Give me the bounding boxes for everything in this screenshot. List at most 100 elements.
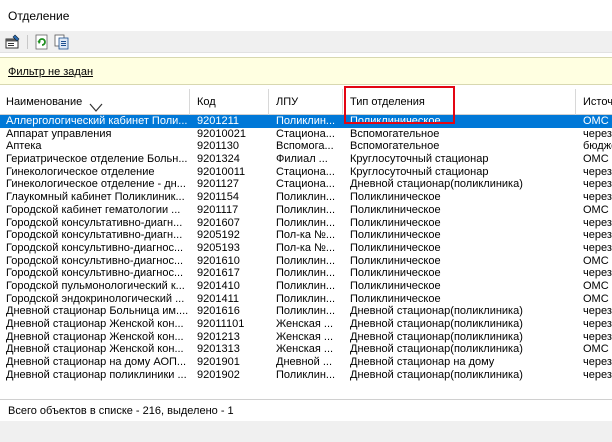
table-row[interactable]: Гинекологическое отделение - дн... 92011…	[0, 178, 612, 191]
cell-code: 9205193	[197, 241, 240, 254]
table-row[interactable]: Дневной стационар Женской кон... 9201213…	[0, 331, 612, 344]
cell-code: 9201313	[197, 343, 240, 356]
cell-code: 92010011	[197, 165, 246, 178]
table-row[interactable]: Городской пульмонологический к... 920141…	[0, 280, 612, 293]
cell-code: 9201213	[197, 330, 240, 343]
table-row[interactable]: Аппарат управления 92010021 Стациона... …	[0, 128, 612, 141]
cell-code: 9201324	[197, 153, 240, 166]
column-header-department-type[interactable]: Тип отделения	[344, 89, 576, 115]
cell-lpu: Поликлин...	[276, 279, 336, 292]
cell-source: через	[583, 229, 612, 242]
cell-name: Гериатрическое отделение Больн...	[6, 153, 188, 166]
cell-lpu: Женская ...	[276, 330, 334, 343]
cell-lpu: Женская ...	[276, 343, 334, 356]
filter-link[interactable]: Фильтр не задан	[8, 66, 93, 78]
column-header-label: Наименование	[6, 96, 83, 108]
table-row[interactable]: Городской эндокринологический ... 920141…	[0, 293, 612, 306]
cell-name: Дневной стационар поликлиники ...	[6, 368, 187, 381]
cell-source: ОМС	[583, 203, 609, 216]
table-row[interactable]: Аптека 9201130 Вспомога... Вспомогательн…	[0, 140, 612, 153]
cell-code: 9201616	[197, 305, 240, 318]
toolbar	[0, 31, 612, 53]
export-icon[interactable]	[53, 33, 71, 51]
table-row[interactable]: Городской консультативно-диагн... 920160…	[0, 217, 612, 230]
cell-name: Дневной стационар Женской кон...	[6, 330, 184, 343]
cell-type: Дневной стационар(поликлиника)	[350, 318, 523, 330]
cell-type: Поликлиническое	[350, 229, 441, 242]
cell-lpu: Поликлин...	[276, 305, 336, 318]
cell-code: 9201127	[197, 178, 240, 191]
cell-code: 9201410	[197, 279, 240, 292]
toolbar-separator	[27, 35, 28, 49]
cell-lpu: Поликлин...	[276, 216, 336, 229]
cell-lpu: Поликлин...	[276, 115, 336, 127]
table-row[interactable]: Глаукомный кабинет Поликлиник... 9201154…	[0, 191, 612, 204]
cell-lpu: Женская ...	[276, 318, 334, 330]
cell-type: Поликлиническое	[350, 115, 441, 127]
cell-type: Круглосуточный стационар	[350, 153, 489, 166]
table-row[interactable]: Гериатрическое отделение Больн... 920132…	[0, 153, 612, 166]
column-header-name[interactable]: Наименование	[0, 89, 190, 115]
cell-source: через	[583, 191, 612, 204]
cell-type: Вспомогательное	[350, 127, 440, 140]
cell-type: Вспомогательное	[350, 140, 440, 153]
properties-icon[interactable]	[4, 33, 22, 51]
cell-type: Дневной стационар(поликлиника)	[350, 343, 523, 356]
cell-lpu: Поликлин...	[276, 267, 336, 280]
cell-source: через	[583, 305, 612, 318]
cell-name: Городской консультивно-диагнос...	[6, 267, 184, 280]
table-row[interactable]: Дневной стационар Женской кон... 9201110…	[0, 318, 612, 331]
cell-name: Гинекологическое отделение - дн...	[6, 178, 186, 191]
grid-rows: Аллергологический кабинет Поли... 920121…	[0, 115, 612, 381]
cell-source: ОМС	[583, 343, 609, 356]
cell-code: 9201117	[197, 203, 239, 216]
refresh-icon[interactable]	[33, 33, 51, 51]
column-header-source[interactable]: Источ	[577, 89, 612, 115]
table-row[interactable]: Городской консультивно-диагнос... 920161…	[0, 255, 612, 268]
cell-lpu: Поликлин...	[276, 203, 336, 216]
cell-type: Поликлиническое	[350, 254, 441, 267]
cell-code: 92010021	[197, 127, 246, 140]
grid-header: Наименование Код ЛПУ Тип отделения Источ	[0, 89, 612, 115]
cell-lpu: Стациона...	[276, 127, 335, 140]
filter-bar: Фильтр не задан	[0, 57, 612, 85]
cell-code: 9205192	[197, 229, 240, 242]
column-header-lpu[interactable]: ЛПУ	[270, 89, 343, 115]
cell-source: через	[583, 318, 612, 330]
column-header-code[interactable]: Код	[191, 89, 269, 115]
table-row[interactable]: Аллергологический кабинет Поли... 920121…	[0, 115, 612, 128]
table-row[interactable]: Дневной стационар Женской кон... 9201313…	[0, 343, 612, 356]
cell-name: Городской консультативно-диагн...	[6, 229, 183, 242]
table-row[interactable]: Городской кабинет гематологии ... 920111…	[0, 204, 612, 217]
cell-type: Поликлиническое	[350, 191, 441, 204]
column-header-label: ЛПУ	[276, 96, 299, 108]
cell-lpu: Поликлин...	[276, 368, 336, 381]
cell-source: ОМС	[583, 254, 609, 267]
cell-code: 92011101	[197, 318, 245, 330]
table-row[interactable]: Гинекологическое отделение 92010011 Стац…	[0, 166, 612, 179]
cell-lpu: Поликлин...	[276, 191, 336, 204]
cell-source: через	[583, 368, 612, 381]
window-titlebar: Отделение	[0, 0, 612, 31]
table-row[interactable]: Городской консультативно-диагн... 920519…	[0, 229, 612, 242]
table-row[interactable]: Дневной стационар на дому АОП... 9201901…	[0, 356, 612, 369]
cell-lpu: Пол-ка №...	[276, 241, 336, 254]
table-row[interactable]: Дневной стационар Больница им.... 920161…	[0, 305, 612, 318]
cell-source: через	[583, 216, 612, 229]
cell-code: 9201130	[197, 140, 240, 153]
cell-name: Городской пульмонологический к...	[6, 279, 185, 292]
cell-type: Поликлиническое	[350, 292, 441, 305]
cell-name: Городской консультивно-диагнос...	[6, 241, 184, 254]
table-row[interactable]: Городской консультивно-диагнос... 920519…	[0, 242, 612, 255]
cell-code: 9201211	[197, 115, 240, 127]
table-row[interactable]: Дневной стационар поликлиники ... 920190…	[0, 369, 612, 382]
cell-name: Дневной стационар Больница им....	[6, 305, 189, 318]
cell-source: через	[583, 178, 612, 191]
cell-type: Дневной стационар(поликлиника)	[350, 305, 523, 318]
cell-lpu: Стациона...	[276, 165, 335, 178]
cell-name: Городской эндокринологический ...	[6, 292, 185, 305]
cell-name: Гинекологическое отделение	[6, 165, 155, 178]
cell-type: Поликлиническое	[350, 279, 441, 292]
cell-lpu: Поликлин...	[276, 254, 336, 267]
table-row[interactable]: Городской консультивно-диагнос... 920161…	[0, 267, 612, 280]
